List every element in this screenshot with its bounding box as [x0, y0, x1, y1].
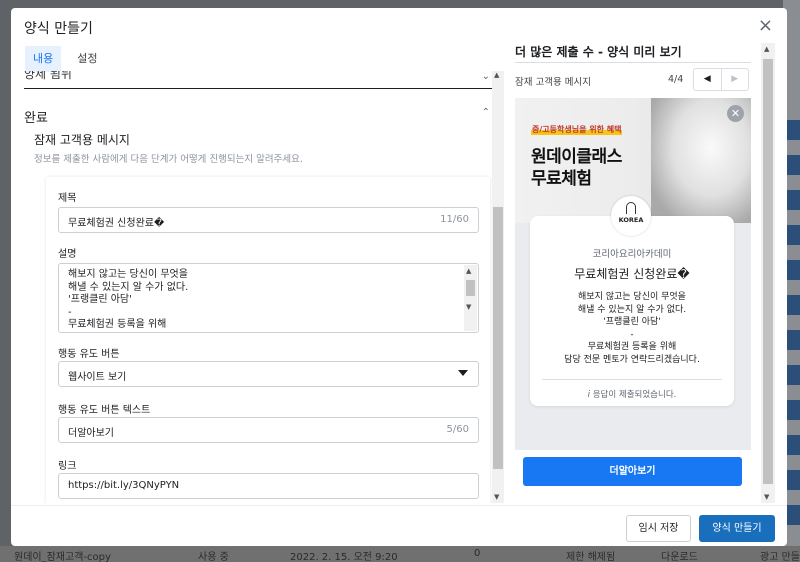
link-label: 링크 [58, 461, 77, 472]
divider [515, 62, 751, 63]
body-line: - [630, 329, 634, 340]
form-builder-modal: 양식 만들기 × 내용 설정 양제 됨뉘 ⌄ 완료 ⌃ 잠재 고객용 메시지 정… [11, 8, 787, 546]
title-label: 제목 [58, 193, 77, 204]
completion-form-card: 제목 무료체험권 신청완료� 11/60 설명 해보지 않고는 당신이 무엇을 … [46, 177, 490, 503]
org-name: 코리아요리아카데미 [592, 249, 672, 260]
body-line: 무료체험권 등록을 위해 [587, 342, 677, 352]
modal-title: 양식 만들기 [24, 21, 93, 37]
chef-hat-icon [626, 202, 636, 214]
save-draft-button[interactable]: 임시 저장 [626, 515, 691, 542]
info-icon: i [587, 390, 591, 400]
cta-type-label: 행동 유도 버튼 [58, 349, 120, 360]
body-line: '프랭클린 아담' [603, 317, 661, 327]
submitted-note-text: 응답이 제출되었습니다. [592, 390, 677, 400]
background-row-status: 사용 중 [198, 552, 229, 562]
background-row-date: 2022. 2. 15. 오전 9:20 [290, 552, 398, 562]
description-line: 무료체험권 등록을 위해 [68, 319, 167, 330]
tab-bar: 내용 설정 [25, 46, 114, 72]
divider [542, 379, 722, 380]
cta-type-select[interactable]: 웹사이트 보기 [58, 361, 479, 387]
background-row-restrict: 제한 해제됨 [566, 552, 616, 562]
create-form-button[interactable]: 양식 만들기 [699, 515, 775, 542]
scroll-thumb[interactable] [466, 280, 475, 296]
collapsed-section-header[interactable]: 양제 됨뉘 ⌄ [24, 71, 492, 89]
chevron-up-icon[interactable]: ⌃ [482, 107, 490, 118]
caret-down-icon [458, 370, 468, 376]
scroll-down-icon[interactable]: ▼ [466, 303, 471, 311]
preview-screen: 중/고등학생님을 위한 혜택 원데이클래스 무료체험 ✕ KOREA 코리아요리… [515, 98, 751, 450]
tab-settings[interactable]: 설정 [69, 46, 105, 72]
preview-page-indicator: 4/4 [668, 74, 684, 85]
preview-pager: ◀ ▶ [693, 68, 749, 91]
scroll-thumb[interactable] [493, 207, 503, 469]
body-line: 해보지 않고는 당신이 무엇을 [578, 292, 686, 302]
hero-tag: 중/고등학생님을 위한 혜택 [531, 124, 623, 135]
title-input-value: 무료체험권 신청완료� [68, 218, 165, 229]
background-row-count: 0 [474, 548, 481, 559]
scroll-thumb[interactable] [763, 59, 773, 484]
completion-body: 해보지 않고는 당신이 무엇을 해낼 수 있는지 알 수가 없다. '프랭클린 … [530, 291, 734, 366]
divider [11, 505, 787, 506]
preview-cta-button[interactable]: 더알아보기 [523, 457, 742, 486]
form-editor-panel: 양제 됨뉘 ⌄ 완료 ⌃ 잠재 고객용 메시지 정보를 제출한 사람에게 다음 … [24, 71, 492, 503]
cta-text-value: 더알아보기 [68, 428, 114, 439]
preview-title: 더 많은 제출 수 - 양식 미리 보기 [515, 45, 682, 59]
close-icon[interactable]: × [758, 17, 773, 35]
body-line: 해낼 수 있는지 알 수가 없다. [577, 304, 687, 315]
background-row-action: 광고 만들 [760, 552, 800, 562]
hero-headline-2: 무료체험 [531, 169, 592, 189]
description-line: 해보지 않고는 당신이 무엇을 [68, 269, 188, 280]
background-table-row: 원데이_잠재고객-copy 사용 중 2022. 2. 15. 오전 9:20 … [0, 546, 800, 562]
description-label: 설명 [58, 249, 77, 260]
chevron-down-icon[interactable]: ⌄ [482, 71, 490, 82]
cta-type-value: 웹사이트 보기 [68, 372, 127, 383]
description-text: 해보지 않고는 당신이 무엇을 해낼 수 있는지 알 수가 없다. '프랭클린 … [68, 269, 188, 332]
collapsed-section-label: 양제 됨뉘 [24, 71, 72, 81]
cta-text-counter: 5/60 [446, 424, 469, 435]
title-char-counter: 11/60 [440, 214, 469, 225]
description-line: 해낼 수 있는지 알 수가 없다. [68, 281, 189, 293]
next-page-icon[interactable]: ▶ [720, 69, 749, 90]
scroll-down-icon[interactable]: ▼ [494, 493, 499, 501]
scroll-down-icon[interactable]: ▼ [764, 493, 769, 501]
completion-card: 코리아요리아카데미 무료체험권 신청완료� 해보지 않고는 당신이 무엇을 해낼… [530, 216, 734, 406]
preview-step-label: 잠재 고객용 메시지 [515, 77, 591, 88]
description-line: - [68, 306, 72, 318]
scroll-up-icon[interactable]: ▲ [466, 267, 471, 275]
close-icon[interactable]: ✕ [727, 105, 744, 122]
description-line: '프랭클린 아담' [68, 294, 132, 305]
description-textarea[interactable]: 해보지 않고는 당신이 무엇을 해낼 수 있는지 알 수가 없다. '프랭클린 … [58, 263, 479, 333]
scroll-up-icon[interactable]: ▲ [764, 45, 769, 53]
background-row-name: 원데이_잠재고객-copy [14, 552, 111, 562]
completion-title: 무료체험권 신청완료� [574, 267, 690, 281]
cta-text-input[interactable]: 더알아보기 5/60 [58, 417, 479, 443]
preview-scrollbar[interactable]: ▲ ▼ [761, 43, 775, 503]
subsection-description: 정보를 제출한 사람에게 다음 단계가 어떻게 진행되는지 알려주세요. [34, 154, 303, 165]
brand-logo: KOREA [611, 196, 651, 236]
editor-scrollbar[interactable]: ▲ ▼ [492, 71, 504, 503]
link-value: https://bit.ly/3QNyPYN [68, 480, 180, 491]
textarea-scrollbar[interactable]: ▲ ▼ [464, 265, 477, 331]
logo-text: KOREA [618, 216, 644, 224]
title-input[interactable]: 무료체험권 신청완료� 11/60 [58, 207, 479, 233]
prev-page-icon[interactable]: ◀ [694, 69, 721, 90]
body-line: 담당 전문 멘토가 연락드리겠습니다. [564, 354, 700, 365]
background-row-download: 다운로드 [661, 552, 698, 562]
link-input[interactable]: https://bit.ly/3QNyPYN [58, 473, 479, 499]
preview-cta-bar: 더알아보기 [515, 450, 751, 498]
section-title[interactable]: 완료 [24, 107, 48, 126]
submitted-note: i 응답이 제출되었습니다. [530, 388, 734, 400]
tab-content[interactable]: 내용 [25, 46, 62, 72]
cta-text-label: 행동 유도 버튼 텍스트 [58, 405, 151, 416]
scroll-up-icon[interactable]: ▲ [494, 71, 499, 79]
subsection-title: 잠재 고객용 메시지 [34, 133, 130, 147]
